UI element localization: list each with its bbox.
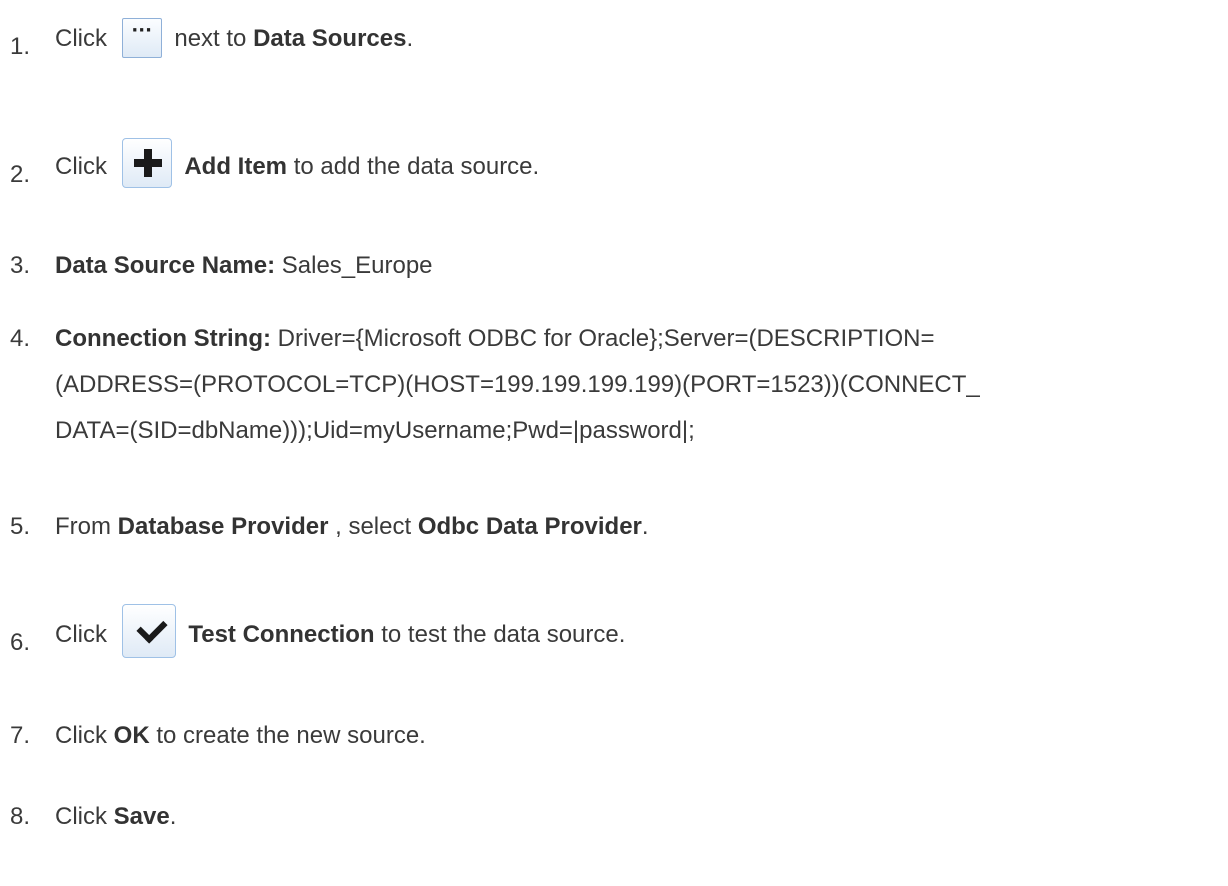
ui-label-test-connection: Test Connection [188,621,375,648]
ui-label-database-provider: Database Provider [117,513,329,540]
ellipsis-icon: ··· [121,18,162,58]
step-number: 6. [10,629,31,656]
step-number: 8. [10,803,31,830]
step-text: Click [55,803,107,830]
ui-label-save: Save [113,803,170,830]
step-text: next to [174,25,247,52]
step-text: Click [55,153,107,180]
ui-label-add-item: Add Item [184,153,288,180]
step-number: 1. [10,33,31,60]
step-text: Click [55,621,107,648]
step-5: 5. From Database Provider , select Odbc … [10,504,1218,550]
ui-label-connection-string: Connection String: [55,325,271,352]
step-text: to test the data source. [381,621,626,648]
step-text: to create the new source. [156,722,426,749]
plus-icon [121,138,172,188]
step-6: 6. Click Test Connection to test the dat… [10,604,1218,658]
step-text: , select [335,513,412,540]
connection-string-line-2: (ADDRESS=(PROTOCOL=TCP)(HOST=199.199.199… [55,371,980,398]
step-text: Click [55,25,107,52]
checkmark-icon [121,604,176,658]
connection-string-line-1: Driver={Microsoft ODBC for Oracle};Serve… [277,325,935,352]
connection-string-line-3: DATA=(SID=dbName)));Uid=myUsername;Pwd=|… [55,417,695,444]
step-text: Click [55,722,107,749]
step-number: 4. [10,325,31,352]
step-3: 3. Data Source Name: Sales_Europe [10,243,1218,289]
step-1: 1. Click ··· next to Data Sources. [10,16,1218,62]
step-text: From [55,513,111,540]
ui-label-data-source-name: Data Source Name: [55,252,276,279]
step-8: 8. Click Save. [10,794,1218,840]
step-number: 7. [10,722,31,749]
step-number: 3. [10,252,31,279]
step-text: to add the data source. [293,153,540,180]
data-source-name-value: Sales_Europe [281,252,433,279]
step-number: 5. [10,513,31,540]
ui-label-data-sources: Data Sources [253,25,407,52]
ui-label-ok: OK [113,722,150,749]
ui-label-odbc-data-provider: Odbc Data Provider [417,513,642,540]
step-number: 2. [10,161,31,188]
step-4: 4. Connection String: Driver={Microsoft … [10,316,1218,454]
step-2: 2. Click Add Item to add the data source… [10,138,1218,190]
step-7: 7. Click OK to create the new source. [10,713,1218,759]
